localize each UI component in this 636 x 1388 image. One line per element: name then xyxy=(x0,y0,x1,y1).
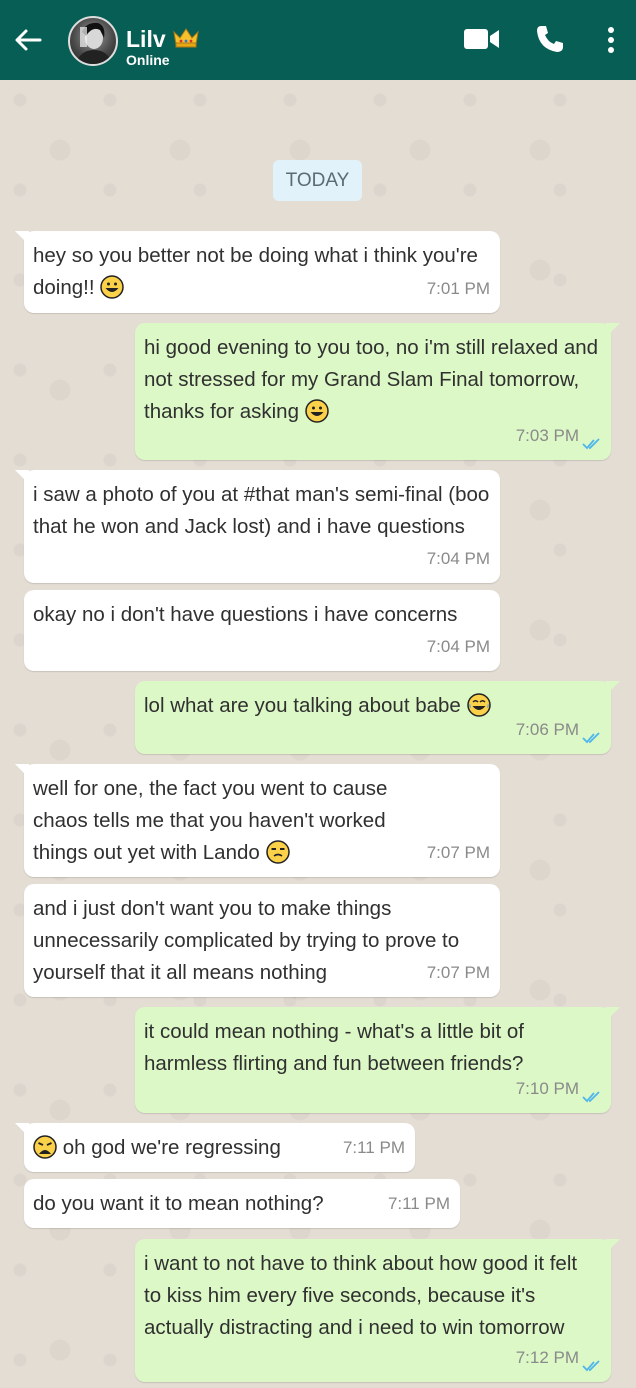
message-time: 7:10 PM xyxy=(515,1079,579,1098)
more-options-icon[interactable] xyxy=(604,26,618,54)
message-text: oh god we're regressing xyxy=(62,1136,281,1159)
bubble-tail xyxy=(15,1123,29,1137)
message-text: i saw a photo of you at #that man's semi… xyxy=(33,483,490,538)
message-time: 7:03 PM xyxy=(515,426,579,445)
double-check-icon xyxy=(582,732,600,744)
message-time: 7:07 PM xyxy=(426,843,490,862)
message-text: i want to not have to think about how go… xyxy=(144,1252,578,1339)
message-time: 7:12 PM xyxy=(515,1348,579,1367)
contact-name[interactable]: Lilv xyxy=(126,25,166,53)
bubble-tail xyxy=(606,1239,620,1253)
message-text: lol what are you talking about babe xyxy=(144,694,461,717)
message-bubble-incoming[interactable]: oh god we're regressing 7:11 PM xyxy=(15,1123,415,1172)
message-bubble-outgoing[interactable]: i want to not have to think about how go… xyxy=(135,1239,620,1382)
message-bubble-incoming[interactable]: do you want it to mean nothing? 7:11 PM xyxy=(24,1179,460,1228)
message-time: 7:11 PM xyxy=(342,1138,405,1157)
weary-face-icon xyxy=(33,1135,57,1159)
bubble-tail xyxy=(15,764,29,778)
message-text: okay no i don't have questions i have co… xyxy=(33,603,458,626)
message-time: 7:04 PM xyxy=(426,637,490,656)
grinning-face-icon xyxy=(304,399,329,423)
message-bubble-incoming[interactable]: well for one, the fact you went to cause… xyxy=(15,764,500,877)
video-call-icon[interactable] xyxy=(463,27,501,51)
grinning-face-icon xyxy=(100,275,125,299)
bubble-tail xyxy=(606,681,620,695)
message-bubble-incoming[interactable]: i saw a photo of you at #that man's semi… xyxy=(15,470,500,583)
message-time: 7:07 PM xyxy=(426,963,490,982)
bubble-tail xyxy=(606,323,620,337)
message-time: 7:01 PM xyxy=(426,279,490,298)
avatar[interactable] xyxy=(68,16,118,66)
unamused-face-icon xyxy=(265,840,290,864)
phone-icon[interactable] xyxy=(535,24,565,54)
message-bubble-outgoing[interactable]: hi good evening to you too, no i'm still… xyxy=(135,323,620,460)
double-check-icon xyxy=(582,1091,600,1103)
double-check-icon xyxy=(582,438,600,450)
message-time: 7:06 PM xyxy=(515,720,579,739)
message-text: it could mean nothing - what's a little … xyxy=(144,1020,524,1075)
chat-header: Lilv Online xyxy=(0,0,636,80)
message-text: hi good evening to you too, no i'm still… xyxy=(144,336,599,423)
message-time: 7:11 PM xyxy=(387,1194,450,1213)
message-bubble-outgoing[interactable]: lol what are you talking about babe 7:06… xyxy=(135,681,620,754)
bubble-tail xyxy=(15,470,29,484)
crown-icon xyxy=(173,28,199,48)
message-bubble-outgoing[interactable]: it could mean nothing - what's a little … xyxy=(135,1007,620,1113)
message-bubble-incoming[interactable]: okay no i don't have questions i have co… xyxy=(24,590,500,671)
bubble-tail xyxy=(15,231,29,245)
message-text: and i just don't want you to make things… xyxy=(33,897,460,984)
message-time: 7:04 PM xyxy=(426,549,490,568)
bubble-tail xyxy=(606,1007,620,1021)
online-status: Online xyxy=(126,52,170,68)
back-arrow-icon[interactable] xyxy=(10,22,46,58)
message-bubble-incoming[interactable]: hey so you better not be doing what i th… xyxy=(15,231,500,313)
tears-of-joy-icon xyxy=(466,693,491,717)
double-check-icon xyxy=(582,1360,600,1372)
message-text: well for one, the fact you went to cause… xyxy=(33,777,388,864)
message-bubble-incoming[interactable]: and i just don't want you to make things… xyxy=(24,884,500,997)
date-badge: TODAY xyxy=(273,160,362,201)
